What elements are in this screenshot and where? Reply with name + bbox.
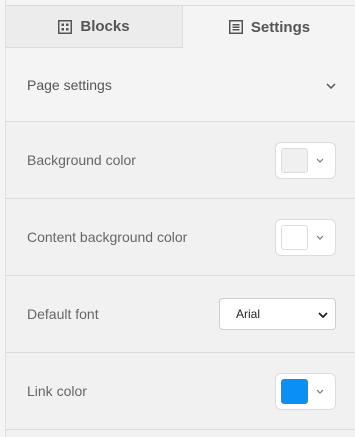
link-color-row: Link color [6,353,355,430]
tab-blocks[interactable]: Blocks [6,5,183,48]
panel-footer-strip [6,430,355,437]
default-font-value: Arial [236,307,261,321]
tab-blocks-label: Blocks [80,18,130,35]
content-background-color-label: Content background color [27,229,188,245]
link-color-label: Link color [27,383,87,399]
chevron-down-icon [316,158,324,163]
link-color-swatch [281,378,308,404]
background-color-swatch [281,147,308,173]
default-font-row: Default font Arial [6,276,355,353]
link-color-picker[interactable] [275,372,336,410]
list-icon [228,20,243,34]
chevron-down-icon [316,235,324,240]
tab-settings-label: Settings [250,18,311,36]
content-background-color-picker[interactable] [275,218,336,256]
content-background-color-swatch [281,224,308,250]
grid-icon [58,19,73,34]
chevron-down-icon [318,307,328,321]
settings-panel: Blocks Settings Page settings Background… [5,0,355,437]
default-font-select[interactable]: Arial [219,298,336,330]
tab-settings[interactable]: Settings [183,5,355,48]
background-color-row: Background color [6,122,355,199]
background-color-picker[interactable] [275,141,336,179]
tab-bar: Blocks Settings [6,5,355,48]
chevron-down-icon [316,389,324,394]
background-color-label: Background color [27,152,136,168]
page-settings-title: Page settings [27,76,112,93]
default-font-label: Default font [27,306,99,322]
page-settings-header[interactable]: Page settings [6,48,355,122]
content-background-color-row: Content background color [6,199,355,276]
chevron-down-icon [326,76,336,94]
